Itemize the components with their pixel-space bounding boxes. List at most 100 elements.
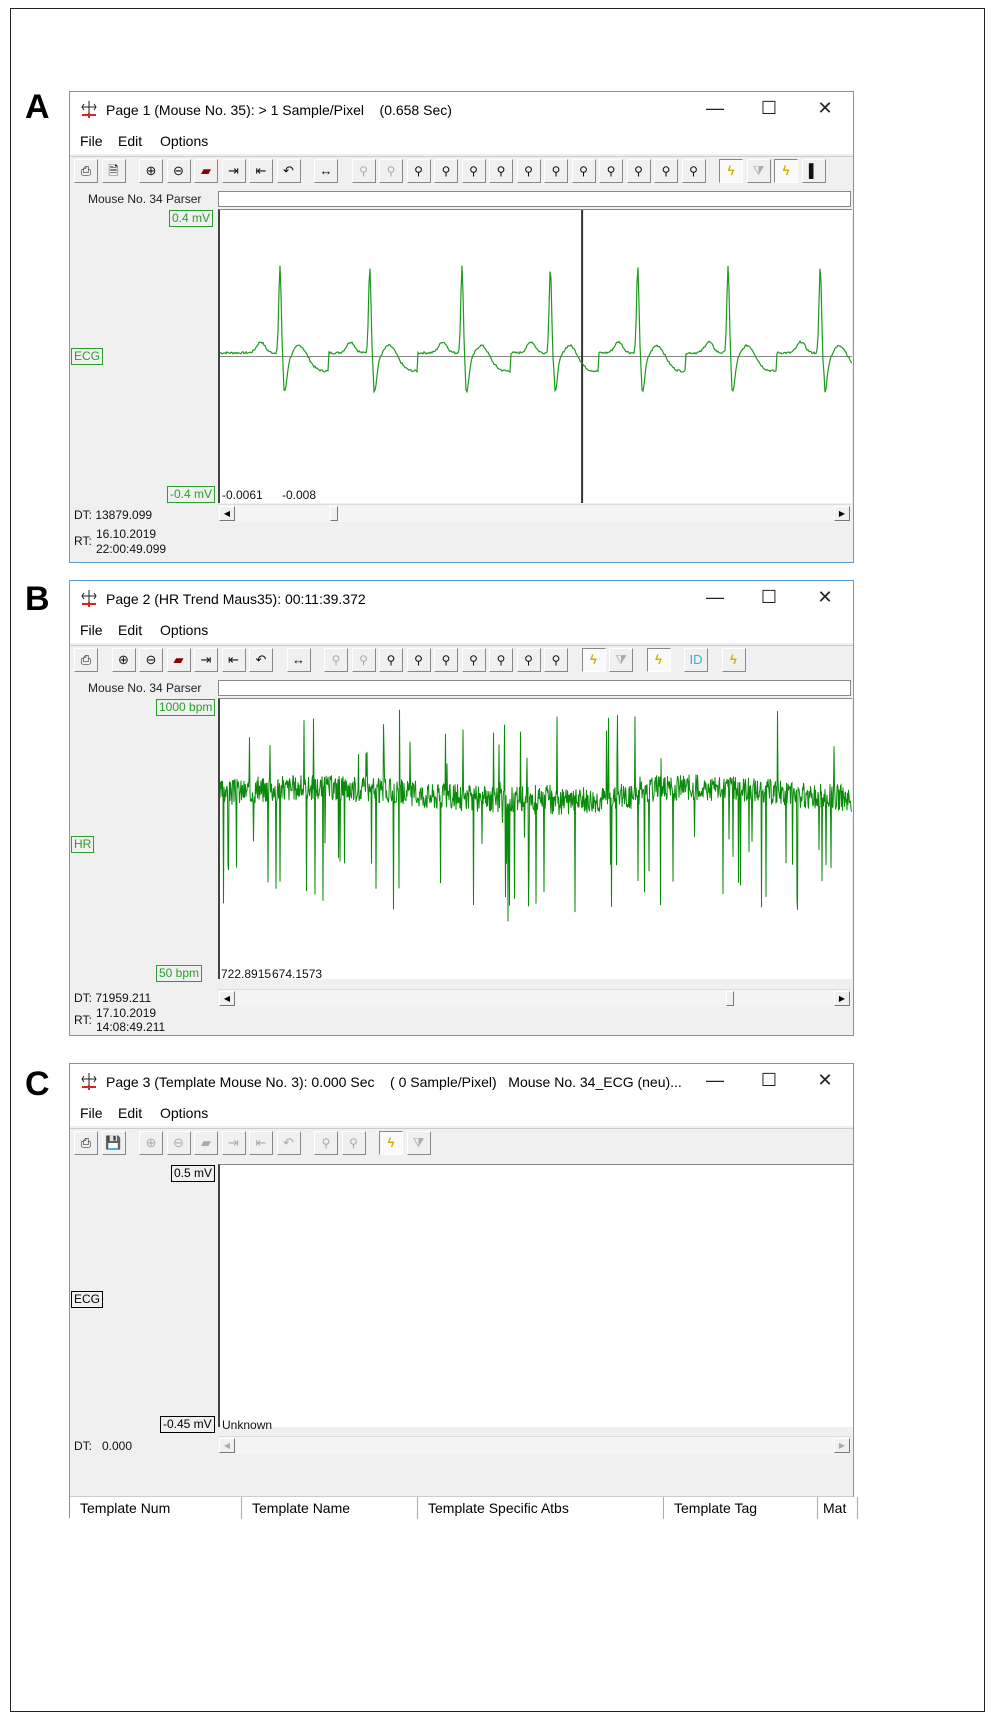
find-clock-button[interactable]: ⚲ (544, 648, 568, 672)
find-marker-button[interactable]: ⚲ (434, 648, 458, 672)
lightning-button[interactable]: ϟ (379, 1131, 403, 1155)
menu-edit[interactable]: Edit (118, 1105, 142, 1121)
close-button[interactable]: ✕ (810, 1070, 840, 1091)
maximize-button[interactable]: ☐ (754, 587, 784, 608)
zoom-out-button[interactable]: ⊖ (139, 648, 163, 672)
parser-field[interactable] (218, 191, 851, 207)
fit-wave-button[interactable]: ▰ (166, 648, 191, 672)
column-mat[interactable]: Mat (818, 1497, 858, 1519)
zoom-out-button[interactable]: ⊖ (166, 159, 191, 183)
find-marker-button[interactable]: ⚲ (461, 159, 486, 183)
find-flag-button[interactable]: ⚲ (489, 648, 513, 672)
lightning2-button[interactable]: ϟ (721, 648, 746, 672)
find-flag2-button[interactable]: ⚲ (544, 159, 568, 183)
find-teal-button[interactable]: ⚲ (654, 159, 678, 183)
maximize-button[interactable]: ☐ (754, 98, 784, 119)
more-button[interactable]: ▌ (801, 159, 826, 183)
find-next-button[interactable]: ⚲ (341, 1131, 366, 1155)
undo-button[interactable]: ↶ (276, 159, 301, 183)
horizontal-scrollbar[interactable]: ◀ ▶ (218, 504, 851, 522)
mail-find-button[interactable]: ⚲ (406, 159, 431, 183)
scroll-left-button[interactable]: ◀ (219, 991, 235, 1006)
undo-button[interactable]: ↶ (276, 1131, 301, 1155)
scroll-right-button[interactable]: ▶ (834, 1438, 850, 1453)
undo-button[interactable]: ↶ (249, 648, 273, 672)
channel-label[interactable]: HR (71, 836, 95, 853)
lightning-button[interactable]: ϟ (581, 648, 606, 672)
filter-button[interactable]: ⧩ (609, 648, 633, 672)
find-marker2-button[interactable]: ⚲ (461, 648, 486, 672)
column-template-num[interactable]: Template Num (70, 1497, 242, 1519)
column-template-tag[interactable]: Template Tag (664, 1497, 818, 1519)
zoom-in-button[interactable]: ⊕ (139, 159, 163, 183)
horizontal-arrows-button[interactable]: ↔ (286, 648, 311, 672)
menu-file[interactable]: File (80, 133, 103, 149)
find-red2-button[interactable]: ⚲ (626, 159, 651, 183)
filter-button[interactable]: ⧩ (406, 1131, 431, 1155)
menu-options[interactable]: Options (160, 1105, 208, 1121)
id-button[interactable]: ID (684, 648, 708, 672)
printer-button[interactable]: ⎙ (74, 1131, 98, 1155)
maximize-button[interactable]: ☐ (754, 1070, 784, 1091)
template-plot[interactable] (218, 1164, 853, 1427)
horizontal-arrows-button[interactable]: ↔ (314, 159, 338, 183)
scroll-thumb[interactable] (330, 506, 338, 521)
find-flag-button[interactable]: ⚲ (516, 159, 541, 183)
compress-button[interactable]: ⇤ (221, 648, 246, 672)
find-prev-button[interactable]: ⚲ (324, 648, 348, 672)
scroll-thumb[interactable] (726, 991, 734, 1006)
scroll-right-button[interactable]: ▶ (834, 991, 850, 1006)
document-button[interactable]: 🗎 (101, 159, 126, 183)
expand-button[interactable]: ⇥ (221, 1131, 246, 1155)
lightning-toggle-button[interactable]: ϟ (646, 648, 671, 672)
scroll-left-button[interactable]: ◀ (219, 506, 235, 521)
filter-button[interactable]: ⧩ (746, 159, 771, 183)
zoom-in-button[interactable]: ⊕ (139, 1131, 163, 1155)
mail-find2-button[interactable]: ⚲ (434, 159, 458, 183)
channel-label[interactable]: ECG (71, 1291, 104, 1308)
lightning-toggle-button[interactable]: ϟ (774, 159, 798, 183)
menu-edit[interactable]: Edit (118, 622, 142, 638)
find-teal2-button[interactable]: ⚲ (681, 159, 706, 183)
zoom-out-button[interactable]: ⊖ (166, 1131, 191, 1155)
save-button[interactable]: 💾 (101, 1131, 126, 1155)
expand-button[interactable]: ⇥ (194, 648, 218, 672)
horizontal-scrollbar[interactable]: ◀ ▶ (218, 989, 851, 1007)
horizontal-scrollbar[interactable]: ◀ ▶ (218, 1436, 851, 1454)
expand-button[interactable]: ⇥ (221, 159, 246, 183)
parser-field[interactable] (218, 680, 851, 696)
find-next-button[interactable]: ⚲ (351, 648, 376, 672)
minimize-button[interactable]: — (700, 98, 730, 119)
close-button[interactable]: ✕ (810, 98, 840, 119)
fit-wave-button[interactable]: ▰ (194, 1131, 218, 1155)
hr-plot[interactable] (218, 698, 852, 979)
column-template-specific-atbs[interactable]: Template Specific Atbs (418, 1497, 664, 1519)
menu-edit[interactable]: Edit (118, 133, 142, 149)
compress-button[interactable]: ⇤ (249, 1131, 273, 1155)
ecg-plot[interactable] (218, 209, 853, 503)
column-template-name[interactable]: Template Name (242, 1497, 418, 1519)
menu-options[interactable]: Options (160, 133, 208, 149)
scroll-left-button[interactable]: ◀ (219, 1438, 235, 1453)
mail-find2-button[interactable]: ⚲ (406, 648, 431, 672)
close-button[interactable]: ✕ (810, 587, 840, 608)
mail-find-button[interactable]: ⚲ (379, 648, 403, 672)
find-marker2-button[interactable]: ⚲ (489, 159, 513, 183)
menu-file[interactable]: File (80, 1105, 103, 1121)
compress-button[interactable]: ⇤ (249, 159, 273, 183)
menu-file[interactable]: File (80, 622, 103, 638)
channel-label[interactable]: ECG (71, 348, 104, 365)
find-clock-button[interactable]: ⚲ (571, 159, 596, 183)
find-prev-button[interactable]: ⚲ (351, 159, 376, 183)
zoom-in-button[interactable]: ⊕ (111, 648, 136, 672)
fit-wave-button[interactable]: ▰ (194, 159, 218, 183)
find-flag2-button[interactable]: ⚲ (516, 648, 541, 672)
minimize-button[interactable]: — (700, 587, 730, 608)
menu-options[interactable]: Options (160, 622, 208, 638)
find-red-button[interactable]: ⚲ (599, 159, 623, 183)
find-prev-button[interactable]: ⚲ (314, 1131, 338, 1155)
minimize-button[interactable]: — (700, 1070, 730, 1091)
printer-button[interactable]: ⎙ (74, 648, 98, 672)
find-next-button[interactable]: ⚲ (379, 159, 403, 183)
lightning-button[interactable]: ϟ (719, 159, 743, 183)
